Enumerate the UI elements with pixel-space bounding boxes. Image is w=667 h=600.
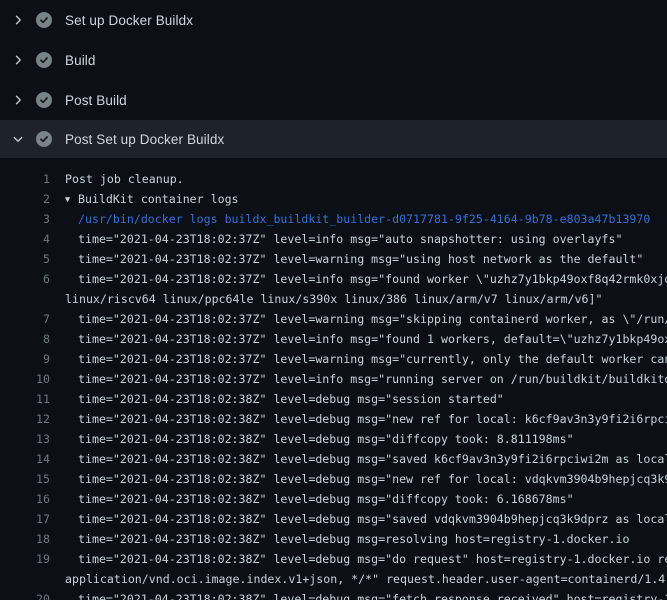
line-number[interactable]: 11	[0, 389, 50, 409]
command-text: /usr/bin/docker logs buildx_buildkit_bui…	[78, 209, 650, 229]
step-header-post-set-up-docker-buildx[interactable]: Post Set up Docker Buildx	[0, 120, 667, 158]
step-header-set-up-docker-buildx[interactable]: Set up Docker Buildx	[0, 0, 667, 40]
log-line: 6 time="2021-04-23T18:02:37Z" level=info…	[0, 269, 667, 289]
log-lines: 1 Post job cleanup. 2 ▼BuildKit containe…	[0, 160, 667, 600]
line-number[interactable]: 15	[0, 469, 50, 489]
log-line: 18 time="2021-04-23T18:02:38Z" level=deb…	[0, 529, 667, 549]
log-text: application/vnd.oci.image.index.v1+json,…	[65, 569, 667, 589]
line-number[interactable]: 5	[0, 249, 50, 269]
log-text: Post job cleanup.	[65, 169, 184, 189]
line-number	[0, 289, 50, 309]
line-number[interactable]: 17	[0, 509, 50, 529]
line-number[interactable]: 19	[0, 549, 50, 569]
log-text: ▼BuildKit container logs	[65, 189, 239, 209]
step-label: Build	[65, 53, 96, 68]
line-number[interactable]: 4	[0, 229, 50, 249]
log-text: time="2021-04-23T18:02:37Z" level=warnin…	[78, 249, 643, 269]
log-text: time="2021-04-23T18:02:37Z" level=info m…	[78, 229, 622, 249]
line-number	[0, 569, 50, 589]
line-number[interactable]: 9	[0, 349, 50, 369]
log-line: 3 /usr/bin/docker logs buildx_buildkit_b…	[0, 209, 667, 229]
line-number[interactable]: 3	[0, 209, 50, 229]
line-number[interactable]: 1	[0, 169, 50, 189]
line-number[interactable]: 20	[0, 589, 50, 600]
log-line: 14 time="2021-04-23T18:02:38Z" level=deb…	[0, 449, 667, 469]
log-text: time="2021-04-23T18:02:37Z" level=warnin…	[78, 349, 667, 369]
log-line: 12 time="2021-04-23T18:02:38Z" level=deb…	[0, 409, 667, 429]
log-line: 10 time="2021-04-23T18:02:37Z" level=inf…	[0, 369, 667, 389]
log-line: 17 time="2021-04-23T18:02:38Z" level=deb…	[0, 509, 667, 529]
line-number[interactable]: 16	[0, 489, 50, 509]
log-line: 11 time="2021-04-23T18:02:38Z" level=deb…	[0, 389, 667, 409]
line-number[interactable]: 14	[0, 449, 50, 469]
log-text: time="2021-04-23T18:02:38Z" level=debug …	[78, 529, 629, 549]
line-number[interactable]: 13	[0, 429, 50, 449]
log-text: linux/riscv64 linux/ppc64le linux/s390x …	[65, 289, 602, 309]
log-line: 13 time="2021-04-23T18:02:38Z" level=deb…	[0, 429, 667, 449]
group-title: BuildKit container logs	[78, 192, 239, 206]
log-text: time="2021-04-23T18:02:37Z" level=info m…	[78, 329, 667, 349]
check-circle-icon	[36, 131, 52, 147]
log-line: 15 time="2021-04-23T18:02:38Z" level=deb…	[0, 469, 667, 489]
log-text: time="2021-04-23T18:02:38Z" level=debug …	[78, 389, 504, 409]
log-text: time="2021-04-23T18:02:38Z" level=debug …	[78, 449, 667, 469]
log-text: time="2021-04-23T18:02:38Z" level=debug …	[78, 489, 574, 509]
chevron-right-icon	[10, 52, 26, 68]
step-label: Post Build	[65, 93, 127, 108]
chevron-down-icon	[10, 131, 26, 147]
line-number[interactable]: 2	[0, 189, 50, 209]
line-number[interactable]: 7	[0, 309, 50, 329]
step-label: Post Set up Docker Buildx	[65, 132, 224, 147]
log-group-toggle[interactable]: 2 ▼BuildKit container logs	[0, 189, 667, 209]
chevron-right-icon	[10, 12, 26, 28]
step-header-post-build[interactable]: Post Build	[0, 80, 667, 120]
triangle-down-icon: ▼	[65, 190, 78, 210]
line-number[interactable]: 18	[0, 529, 50, 549]
log-line: 1 Post job cleanup.	[0, 169, 667, 189]
step-header-build[interactable]: Build	[0, 40, 667, 80]
log-text: time="2021-04-23T18:02:37Z" level=info m…	[78, 369, 667, 389]
log-text: time="2021-04-23T18:02:38Z" level=debug …	[78, 509, 667, 529]
line-number[interactable]: 10	[0, 369, 50, 389]
log-text: time="2021-04-23T18:02:38Z" level=debug …	[78, 589, 667, 600]
step-label: Set up Docker Buildx	[65, 13, 193, 28]
log-text: time="2021-04-23T18:02:37Z" level=info m…	[78, 269, 667, 289]
job-log-viewer: Set up Docker Buildx Build Post Buil	[0, 0, 667, 600]
log-text: time="2021-04-23T18:02:38Z" level=debug …	[78, 549, 667, 569]
line-number[interactable]: 8	[0, 329, 50, 349]
log-line: 8 time="2021-04-23T18:02:37Z" level=info…	[0, 329, 667, 349]
log-line: 7 time="2021-04-23T18:02:37Z" level=warn…	[0, 309, 667, 329]
log-text: time="2021-04-23T18:02:38Z" level=debug …	[78, 429, 574, 449]
log-line-continuation: linux/riscv64 linux/ppc64le linux/s390x …	[0, 289, 667, 309]
log-line: 9 time="2021-04-23T18:02:37Z" level=warn…	[0, 349, 667, 369]
log-line: 16 time="2021-04-23T18:02:38Z" level=deb…	[0, 489, 667, 509]
log-line: 19 time="2021-04-23T18:02:38Z" level=deb…	[0, 549, 667, 569]
check-circle-icon	[36, 12, 52, 28]
log-line: 4 time="2021-04-23T18:02:37Z" level=info…	[0, 229, 667, 249]
log-text: time="2021-04-23T18:02:38Z" level=debug …	[78, 409, 667, 429]
check-circle-icon	[36, 52, 52, 68]
log-line: 5 time="2021-04-23T18:02:37Z" level=warn…	[0, 249, 667, 269]
log-text: time="2021-04-23T18:02:37Z" level=warnin…	[78, 309, 667, 329]
log-line: 20 time="2021-04-23T18:02:38Z" level=deb…	[0, 589, 667, 600]
check-circle-icon	[36, 92, 52, 108]
chevron-right-icon	[10, 92, 26, 108]
log-text: time="2021-04-23T18:02:38Z" level=debug …	[78, 469, 667, 489]
log-line-continuation: application/vnd.oci.image.index.v1+json,…	[0, 569, 667, 589]
steps-list: Set up Docker Buildx Build Post Buil	[0, 0, 667, 158]
line-number[interactable]: 12	[0, 409, 50, 429]
line-number[interactable]: 6	[0, 269, 50, 289]
